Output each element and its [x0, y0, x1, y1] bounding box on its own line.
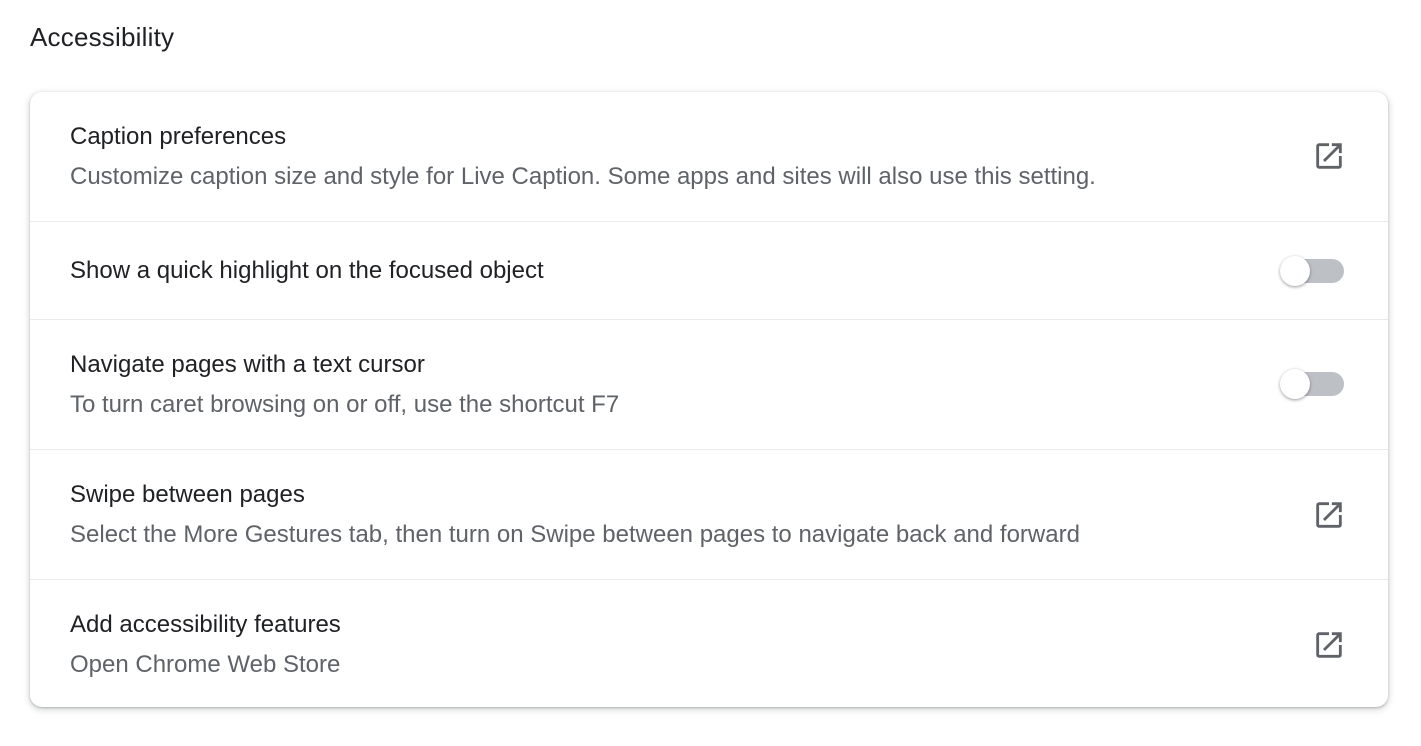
open-in-new-icon[interactable]	[1312, 139, 1346, 173]
quick-highlight-row[interactable]: Show a quick highlight on the focused ob…	[30, 221, 1388, 319]
add-accessibility-features-row[interactable]: Add accessibility features Open Chrome W…	[30, 579, 1388, 707]
toggle-knob	[1280, 369, 1310, 399]
quick-highlight-toggle[interactable]	[1280, 256, 1344, 286]
toggle-knob	[1280, 256, 1310, 286]
section-title: Accessibility	[30, 22, 175, 52]
swipe-between-pages-row[interactable]: Swipe between pages Select the More Gest…	[30, 449, 1388, 579]
caret-browsing-subtitle: To turn caret browsing on or off, use th…	[70, 391, 620, 418]
caption-preferences-title: Caption preferences	[70, 123, 287, 150]
swipe-between-pages-title: Swipe between pages	[70, 481, 305, 508]
open-in-new-icon[interactable]	[1312, 628, 1346, 662]
add-accessibility-features-subtitle: Open Chrome Web Store	[70, 651, 341, 678]
open-in-new-icon[interactable]	[1312, 498, 1346, 532]
caption-preferences-row[interactable]: Caption preferences Customize caption si…	[30, 92, 1388, 221]
caption-preferences-subtitle: Customize caption size and style for Liv…	[70, 163, 1096, 190]
swipe-between-pages-subtitle: Select the More Gestures tab, then turn …	[70, 521, 1080, 548]
caret-browsing-row[interactable]: Navigate pages with a text cursor To tur…	[30, 319, 1388, 449]
settings-page: Accessibility Caption preferences Custom…	[0, 0, 1421, 746]
accessibility-card: Caption preferences Customize caption si…	[30, 92, 1388, 707]
caret-browsing-toggle[interactable]	[1280, 369, 1344, 399]
quick-highlight-title: Show a quick highlight on the focused ob…	[70, 257, 544, 284]
add-accessibility-features-title: Add accessibility features	[70, 611, 341, 638]
caret-browsing-title: Navigate pages with a text cursor	[70, 351, 425, 378]
